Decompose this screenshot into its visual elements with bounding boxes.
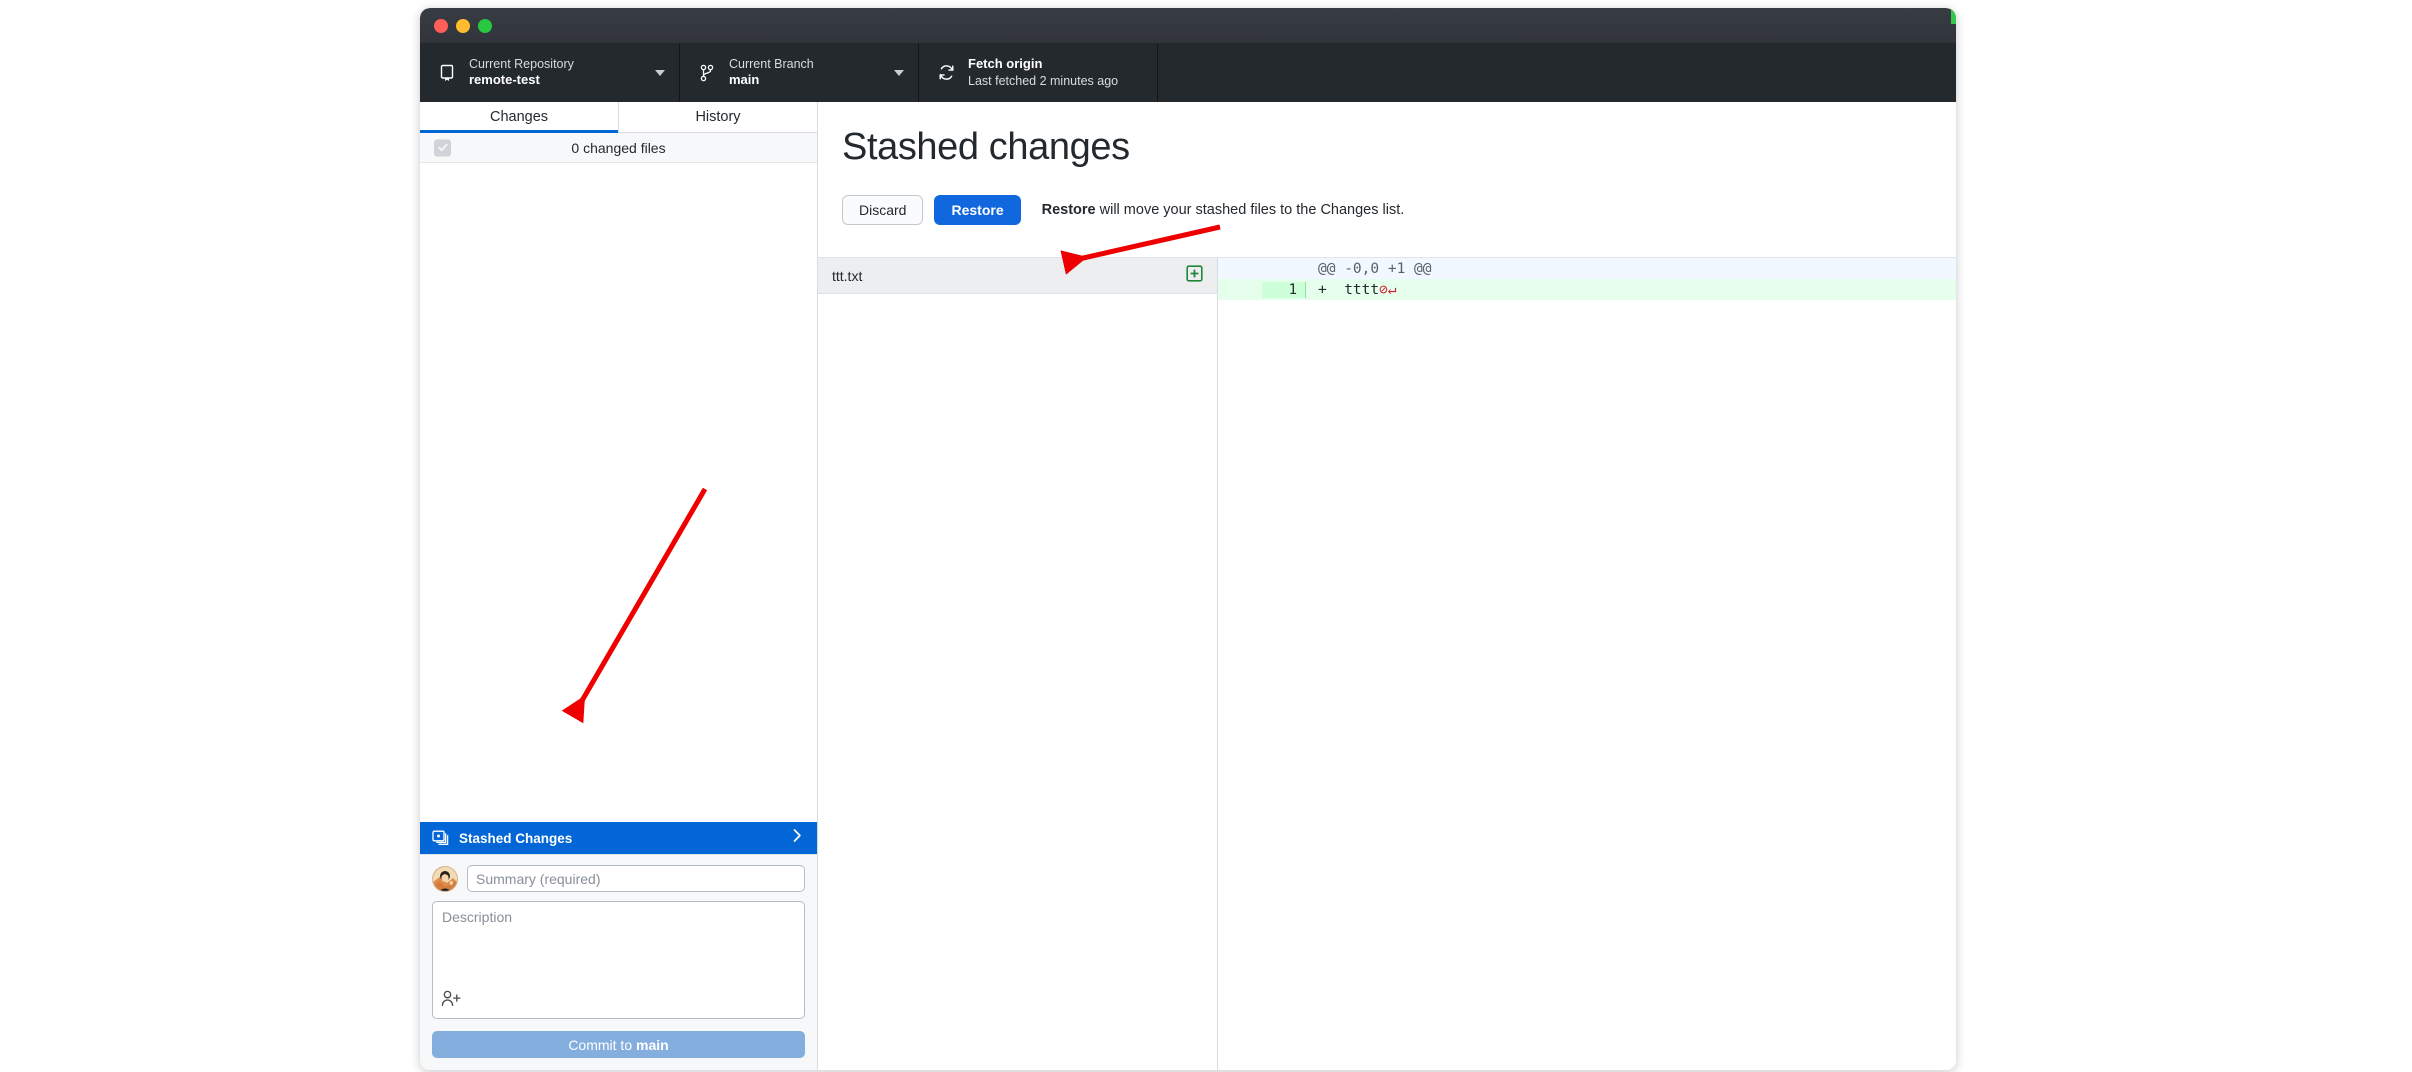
- window-titlebar: [420, 8, 1956, 43]
- stashed-changes-label: Stashed Changes: [459, 831, 572, 846]
- toolbar-empty-area: [1158, 43, 1956, 102]
- stash-content: ttt.txt: [818, 257, 1956, 1070]
- app-body: Changes History 0 changed files: [420, 102, 1956, 1070]
- file-name: ttt.txt: [832, 268, 862, 284]
- stash-file-list: ttt.txt: [818, 257, 1218, 1070]
- fetch-origin-status: Last fetched 2 minutes ago: [968, 73, 1118, 89]
- sidebar: Changes History 0 changed files: [420, 102, 818, 1070]
- tab-history[interactable]: History: [619, 102, 817, 132]
- diff-new-line-number: 1: [1262, 282, 1306, 298]
- stash-hint-text: Restore will move your stashed files to …: [1042, 202, 1405, 218]
- diff-hunk-header-row: @@ -0,0 +1 @@: [1218, 258, 1956, 279]
- changed-files-list: [420, 163, 817, 822]
- branch-icon: [696, 64, 718, 82]
- fetch-origin-label: Fetch origin: [968, 56, 1118, 73]
- stash-detail-panel: Stashed changes Discard Restore Restore …: [818, 102, 1956, 1070]
- stash-hint-bold: Restore: [1042, 202, 1096, 218]
- list-item[interactable]: ttt.txt: [818, 258, 1217, 294]
- stash-header: Stashed changes Discard Restore Restore …: [818, 102, 1956, 225]
- stash-icon: [432, 830, 450, 846]
- tab-changes-label: Changes: [490, 109, 548, 125]
- diff-line-marker: +: [1318, 282, 1327, 298]
- diff-line-content: tttt: [1344, 282, 1379, 298]
- diff-viewer: @@ -0,0 +1 @@ 1 + tttt⊘↵: [1218, 257, 1956, 1070]
- commit-description-field[interactable]: Description: [432, 901, 805, 1019]
- commit-form: Description Commit to main: [420, 854, 817, 1070]
- sidebar-item-stashed-changes[interactable]: Stashed Changes: [420, 822, 817, 854]
- repository-icon: [436, 64, 458, 82]
- screen-artifact: [1951, 8, 1956, 24]
- sync-icon: [935, 63, 957, 82]
- fetch-origin-button[interactable]: Fetch origin Last fetched 2 minutes ago: [919, 43, 1158, 102]
- stash-hint-rest: will move your stashed files to the Chan…: [1096, 202, 1405, 218]
- changed-files-count: 0 changed files: [420, 140, 817, 156]
- maximize-window-button[interactable]: [478, 19, 492, 33]
- current-repository-dropdown[interactable]: Current Repository remote-test: [420, 43, 680, 102]
- chevron-right-icon: [792, 828, 803, 848]
- commit-description-placeholder: Description: [442, 909, 795, 925]
- commit-summary-row: [432, 865, 805, 892]
- app-toolbar: Current Repository remote-test Cu: [420, 43, 1956, 102]
- sidebar-tabs: Changes History: [420, 102, 817, 133]
- user-avatar: [432, 866, 458, 892]
- minimize-window-button[interactable]: [456, 19, 470, 33]
- restore-stash-button[interactable]: Restore: [934, 195, 1020, 225]
- close-window-button[interactable]: [434, 19, 448, 33]
- no-newline-icon: ⊘↵: [1379, 282, 1396, 298]
- page-title: Stashed changes: [842, 126, 1932, 169]
- chevron-down-icon: [894, 70, 904, 76]
- current-branch-value: main: [729, 72, 814, 89]
- diff-hunk-header-text: @@ -0,0 +1 @@: [1306, 261, 1432, 277]
- screen: Current Repository remote-test Cu: [0, 0, 2412, 1072]
- add-coauthor-icon[interactable]: [441, 990, 461, 1012]
- diff-added-line-row: 1 + tttt⊘↵: [1218, 279, 1956, 300]
- tab-changes[interactable]: Changes: [420, 102, 619, 132]
- select-all-checkbox[interactable]: [434, 139, 451, 156]
- github-desktop-window: Current Repository remote-test Cu: [420, 8, 1956, 1070]
- current-branch-label: Current Branch: [729, 56, 814, 72]
- current-repository-label: Current Repository: [469, 56, 574, 72]
- commit-button-branch: main: [636, 1037, 669, 1053]
- commit-to-branch-button[interactable]: Commit to main: [432, 1031, 805, 1058]
- commit-button-prefix: Commit to: [568, 1037, 636, 1053]
- current-branch-dropdown[interactable]: Current Branch main: [680, 43, 919, 102]
- changed-files-header: 0 changed files: [420, 133, 817, 163]
- diff-added-line-text: + tttt⊘↵: [1306, 282, 1397, 298]
- discard-stash-button[interactable]: Discard: [842, 195, 923, 225]
- chevron-down-icon: [655, 70, 665, 76]
- stash-action-row: Discard Restore Restore will move your s…: [842, 195, 1932, 225]
- current-repository-value: remote-test: [469, 72, 574, 89]
- commit-summary-input[interactable]: [467, 865, 805, 892]
- tab-history-label: History: [695, 109, 740, 125]
- plus-square-icon: [1186, 265, 1203, 287]
